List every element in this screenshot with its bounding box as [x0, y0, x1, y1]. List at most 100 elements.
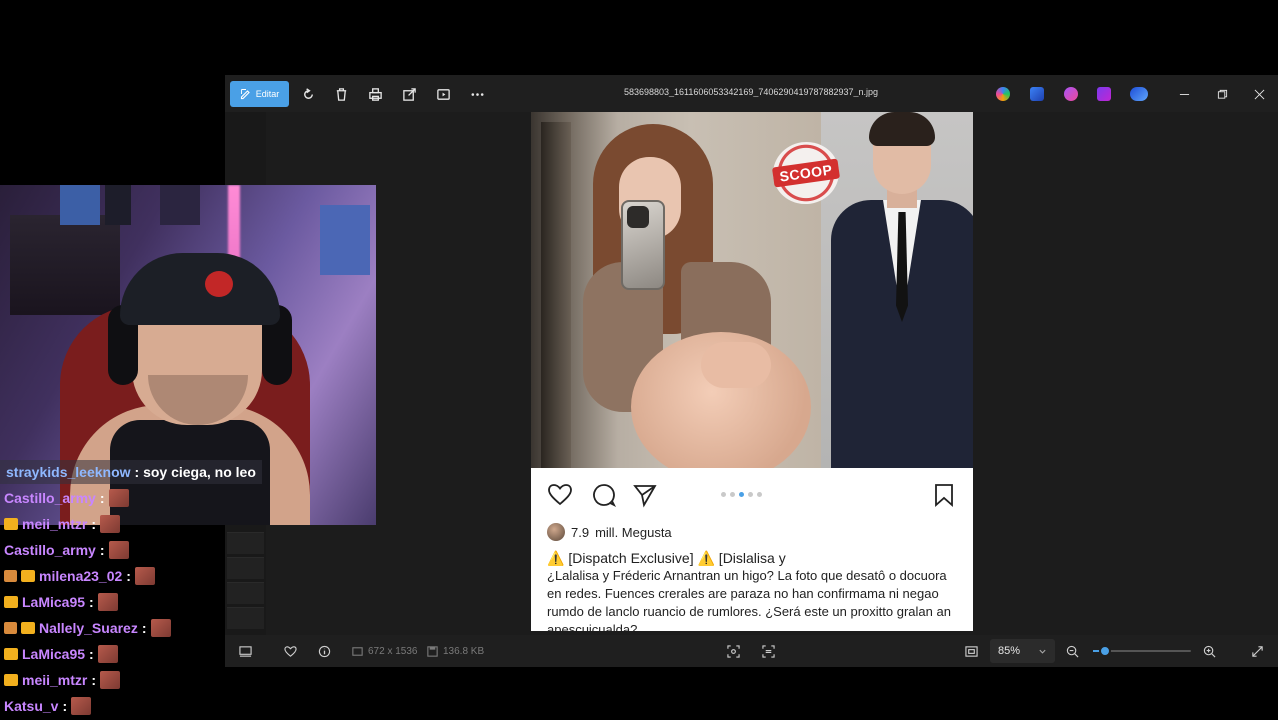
edit-label: Editar: [255, 89, 280, 99]
zoom-slider-thumb[interactable]: [1098, 645, 1111, 657]
chat-username: straykids_leeknow: [6, 464, 131, 480]
caption-headline: ⚠️ [Dispatch Exclusive] ⚠️ [Dislalisa y: [547, 550, 786, 566]
chat-message: meii_mtzr :: [4, 512, 121, 536]
close-icon: [1254, 89, 1264, 99]
clipchamp-alt-icon[interactable]: [1097, 87, 1111, 101]
crown-badge-icon: [4, 674, 18, 686]
chat-text: :: [141, 620, 147, 636]
file-size-text: 136.8 KB: [443, 645, 485, 657]
phone-in-photo: [621, 200, 665, 290]
edit-icon: [240, 89, 250, 100]
carousel-dot: [757, 492, 762, 497]
chat-username: Katsu_v: [4, 698, 59, 714]
chat-text: :: [89, 646, 94, 662]
zoom-slider[interactable]: [1093, 645, 1191, 657]
crown-badge-icon: [4, 518, 18, 530]
more-button[interactable]: [464, 81, 490, 107]
zoom-dropdown[interactable]: 85%: [990, 639, 1055, 663]
chat-message: Castillo_army :: [4, 538, 129, 562]
scoop-label: SCOOP: [772, 158, 840, 188]
crown-badge-icon: [21, 622, 35, 634]
fullscreen-button[interactable]: [1251, 643, 1264, 659]
print-icon: [368, 87, 382, 101]
emote-icon: [150, 619, 171, 637]
share-button[interactable]: [396, 81, 422, 107]
chat-username: milena23_02: [39, 568, 123, 584]
figure-badge-icon: [4, 622, 17, 634]
file-size: 136.8 KB: [426, 643, 484, 659]
clipchamp-icon[interactable]: [1064, 87, 1078, 101]
slideshow-button[interactable]: [430, 81, 456, 107]
cap: [120, 253, 280, 325]
chat-username: meii_mtzr: [22, 672, 88, 688]
delete-button[interactable]: [328, 81, 354, 107]
chat-message: meii_mtzr :: [4, 668, 121, 692]
scan-text-button[interactable]: [762, 643, 775, 659]
viewer-toolbar: Editar 583698803_1611606053342169_740629…: [225, 75, 1278, 112]
emote-icon: [100, 515, 121, 533]
crop-icon: [727, 644, 740, 658]
rotate-icon: [303, 87, 313, 99]
restore-button[interactable]: [1213, 85, 1231, 103]
crown-badge-icon: [4, 648, 18, 660]
chat-username: Castillo_army: [4, 490, 96, 506]
crop-button[interactable]: [727, 643, 740, 659]
chat-message: LaMica95 :: [4, 642, 118, 666]
emote-icon: [71, 697, 92, 715]
emote-icon: [108, 489, 129, 507]
post-caption: ⚠️ [Dispatch Exclusive] ⚠️ [Dislalisa y …: [547, 549, 957, 631]
chat-message: Castillo_army :: [4, 486, 129, 510]
fit-to-window-button[interactable]: [965, 643, 978, 659]
chat-username: meii_mtzr: [22, 516, 88, 532]
emote-icon: [108, 541, 129, 559]
expand-icon: [1252, 645, 1263, 657]
delete-icon: [336, 87, 346, 101]
send-icon: [632, 482, 658, 508]
screen: Editar 583698803_1611606053342169_740629…: [0, 0, 1278, 720]
chat-username: LaMica95: [22, 594, 86, 610]
likes-row: 7.9 mill. Megusta: [547, 523, 672, 541]
print-button[interactable]: [362, 81, 388, 107]
chat-message: milena23_02 :: [4, 564, 155, 588]
zoom-in-icon: [1203, 645, 1216, 657]
chat-text: : soy ciega, no leo: [134, 464, 256, 480]
crown-badge-icon: [21, 570, 35, 582]
image-dimensions-text: 672 x 1536: [368, 645, 418, 657]
emote-icon: [97, 645, 118, 663]
chat-text: :: [99, 490, 105, 506]
displayed-image[interactable]: SCOOP 7.9 mill. Megusta ⚠️ [Dispatch Exc…: [531, 112, 973, 631]
rotate-button[interactable]: [295, 81, 321, 107]
chat-message: Katsu_v :: [4, 694, 92, 718]
carousel-dot: [748, 492, 753, 497]
zoom-out-icon: [1066, 645, 1079, 657]
zoom-in-button[interactable]: [1203, 643, 1216, 659]
onedrive-icon[interactable]: [1130, 87, 1148, 101]
close-button[interactable]: [1250, 85, 1268, 103]
copilot-icon[interactable]: [996, 87, 1010, 101]
carousel-dot: [730, 492, 735, 497]
likes-count: 7.9: [571, 524, 590, 540]
background-shelf: [10, 215, 120, 315]
emote-icon: [100, 671, 121, 689]
minimize-icon: [1179, 93, 1189, 95]
viewer-statusbar: 672 x 1536 136.8 KB 85%: [225, 635, 1278, 667]
emote-icon: [97, 593, 118, 611]
chat-text: :: [99, 542, 105, 558]
zoom-value: 85%: [998, 645, 1021, 657]
bookmark-icon: [931, 482, 957, 508]
edit-button[interactable]: Editar: [230, 81, 289, 107]
chat-text: :: [89, 594, 94, 610]
likes-suffix: mill. Megusta: [595, 524, 672, 540]
chat-message: straykids_leeknow : soy ciega, no leo: [0, 460, 262, 484]
more-icon: [471, 92, 483, 96]
zoom-out-button[interactable]: [1066, 643, 1079, 659]
minimize-button[interactable]: [1175, 85, 1193, 103]
info-button[interactable]: [318, 643, 331, 659]
cat-badge-icon: [4, 570, 17, 582]
designer-icon[interactable]: [1030, 87, 1044, 101]
avatar: [547, 523, 565, 541]
caption-body: ¿Lalalisa y Fréderic Arnantran un higo? …: [547, 568, 951, 631]
stream-chat: straykids_leeknow : soy ciega, no leo Ca…: [0, 460, 300, 720]
slideshow-icon: [436, 88, 450, 100]
info-icon: [318, 645, 331, 657]
